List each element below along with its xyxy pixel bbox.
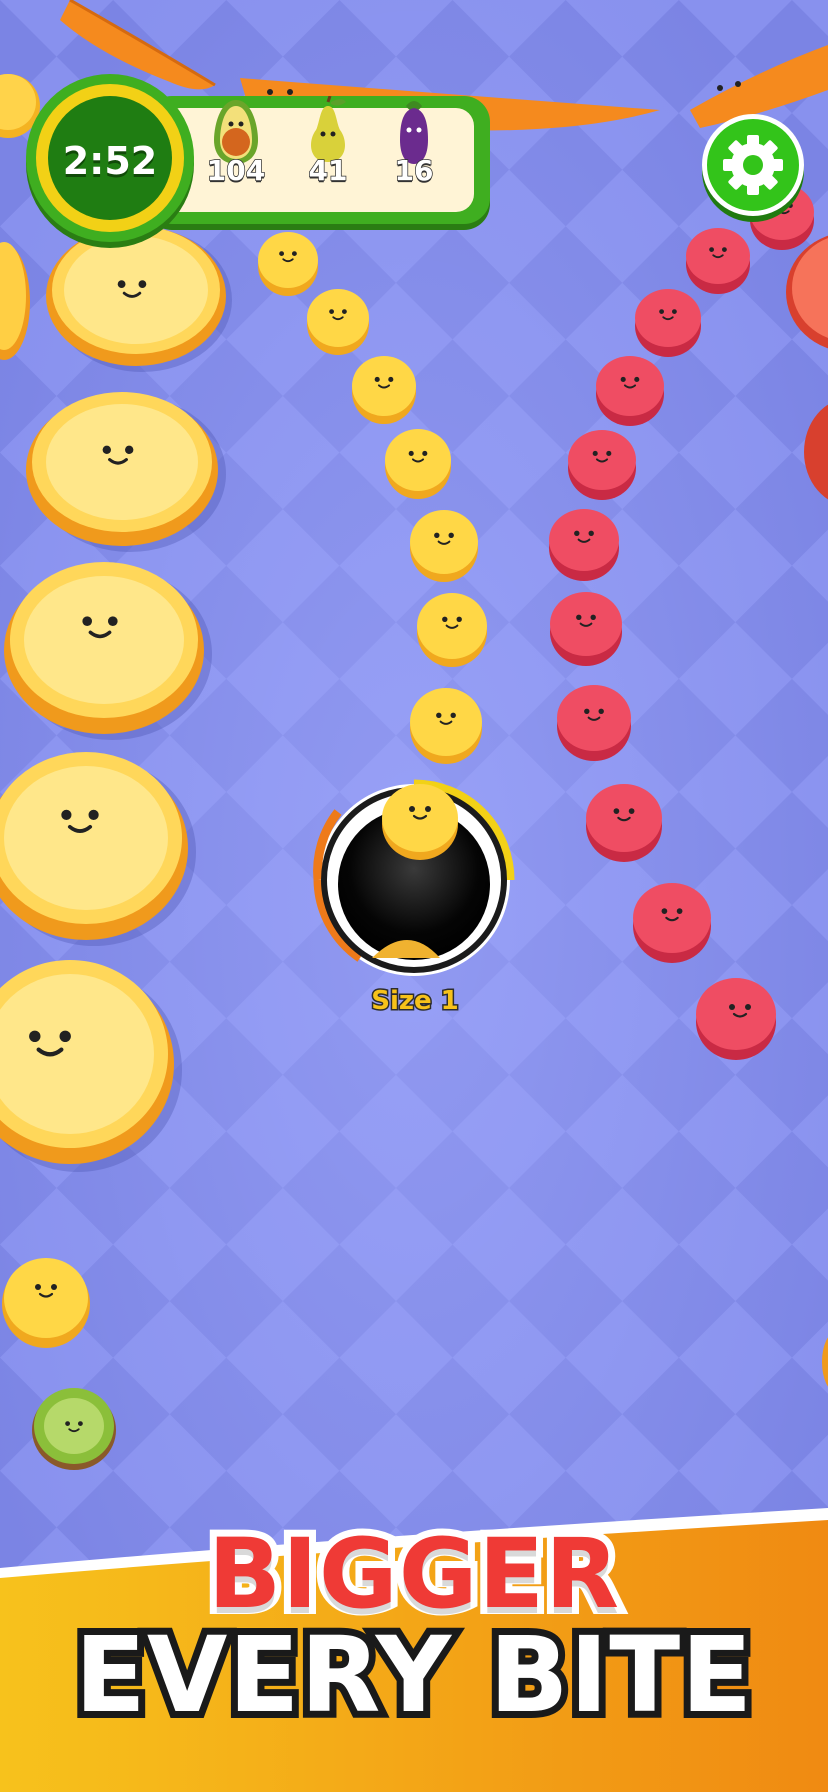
lemon-chunk [410,688,482,764]
lemon-chunk [382,784,458,860]
lemon-chunk [307,289,369,355]
watermelon-chunk [586,784,662,862]
watermelon-chunk [568,430,636,500]
settings-button[interactable] [702,114,804,216]
lemon-chunk [410,510,478,582]
player-hole [313,779,515,976]
watermelon-chunk [549,509,619,581]
hole-size-label: Size 1 [370,985,461,1018]
timer-face: 2:52 [48,96,172,220]
lemon-chunk [417,593,487,667]
pear-count: 41 [308,153,348,188]
eggplant-count: 16 [394,153,434,188]
watermelon-chunk [633,883,711,963]
gear-icon [723,135,783,195]
watermelon-chunk [686,228,750,294]
timer-text: 2:52 [62,139,158,183]
lemon-chunk [2,1258,90,1348]
lemon-chunk [352,356,416,424]
watermelon-chunk [596,356,664,426]
watermelon-chunk [696,978,776,1060]
avocado-count: 104 [206,153,266,188]
timer-ring: 2:52 [36,84,184,232]
timer: 2:52 [26,74,194,242]
watermelon-chunk [550,592,622,666]
watermelon-chunk [557,685,631,761]
banner-subheadline: EVERY BITE [68,1607,759,1743]
avocado-counter: 104 [188,96,284,196]
hud: 104 41 16 2:52 [26,74,490,250]
kiwi-slice [32,1388,116,1470]
eggplant-counter: 16 [366,96,462,196]
watermelon-chunk [635,289,701,357]
pear-counter: 41 [280,96,376,196]
lemon-chunk [385,429,451,499]
